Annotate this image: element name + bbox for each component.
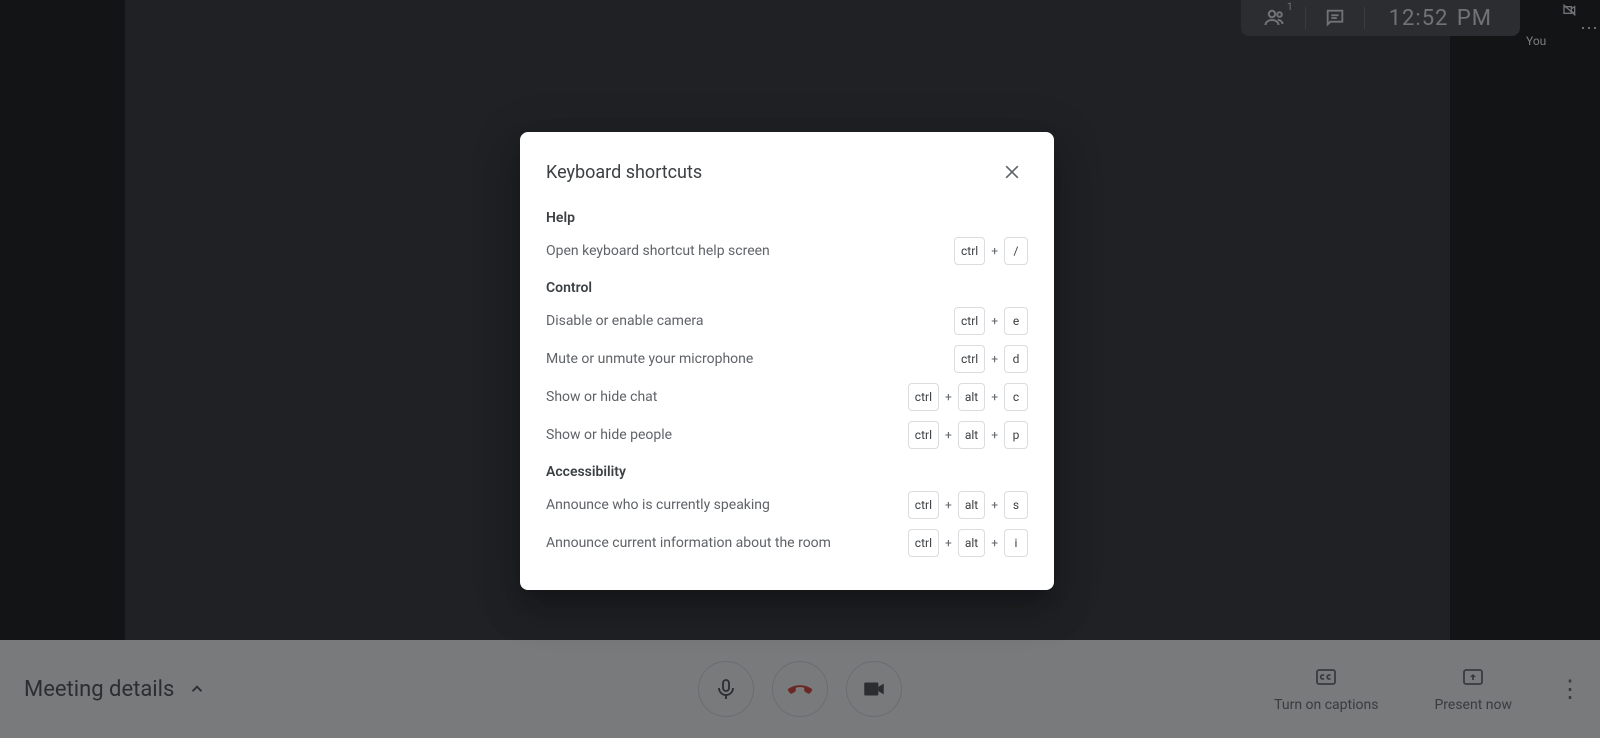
key-plus: + <box>990 244 999 258</box>
shortcut-keys: ctrl + alt + s <box>908 491 1028 519</box>
dialog-title: Keyboard shortcuts <box>546 162 702 183</box>
chat-icon <box>1324 7 1346 29</box>
shortcut-section-heading: Control <box>546 280 1028 296</box>
shortcut-key: ctrl <box>908 529 939 557</box>
dialog-body: Help Open keyboard shortcut help screen ct… <box>546 210 1028 562</box>
self-video-tile[interactable]: You ⋯ <box>1520 0 1600 52</box>
shortcut-keys: ctrl + alt + p <box>908 421 1028 449</box>
gutter-left <box>0 0 125 640</box>
shortcut-keys: ctrl + e <box>954 307 1028 335</box>
shortcut-row: Announce current information about the r… <box>546 524 1028 562</box>
people-icon: 1 <box>1263 6 1287 30</box>
right-controls: Turn on captions Present now ⋮ <box>1246 640 1600 738</box>
key-plus: + <box>944 536 953 550</box>
shortcut-key: alt <box>958 383 985 411</box>
camera-off-icon <box>1562 2 1578 18</box>
close-icon <box>1002 162 1022 182</box>
shortcut-keys: ctrl + alt + i <box>908 529 1028 557</box>
key-plus: + <box>990 536 999 550</box>
key-plus: + <box>990 352 999 366</box>
shortcut-section-heading: Accessibility <box>546 464 1028 480</box>
shortcut-key: ctrl <box>908 421 939 449</box>
shortcut-key: i <box>1004 529 1028 557</box>
camera-button[interactable] <box>846 661 902 717</box>
self-tile-more-icon[interactable]: ⋯ <box>1580 18 1596 39</box>
shortcut-key: d <box>1004 345 1028 373</box>
bottom-control-bar: Meeting details <box>0 640 1600 738</box>
shortcut-key: alt <box>958 421 985 449</box>
shortcut-row: Announce who is currently speaking ctrl + a… <box>546 486 1028 524</box>
shortcut-key: s <box>1004 491 1028 519</box>
shortcut-key: ctrl <box>954 345 985 373</box>
shortcut-label: Show or hide people <box>546 427 672 443</box>
hangup-button[interactable] <box>772 661 828 717</box>
self-tile-label: You <box>1526 34 1546 48</box>
microphone-icon <box>714 677 738 701</box>
key-plus: + <box>990 390 999 404</box>
gutter-right <box>1450 0 1600 640</box>
microphone-button[interactable] <box>698 661 754 717</box>
more-vertical-icon: ⋮ <box>1558 675 1582 703</box>
shortcut-key: ctrl <box>908 491 939 519</box>
shortcut-row: Show or hide people ctrl + alt + p <box>546 416 1028 454</box>
shortcut-key: ctrl <box>954 307 985 335</box>
shortcut-key: ctrl <box>908 383 939 411</box>
shortcut-keys: ctrl + d <box>954 345 1028 373</box>
shortcut-section-heading: Help <box>546 210 1028 226</box>
shortcut-label: Open keyboard shortcut help screen <box>546 243 770 259</box>
shortcut-key: ctrl <box>954 237 985 265</box>
shortcut-label: Disable or enable camera <box>546 313 703 329</box>
more-options-button[interactable]: ⋮ <box>1540 640 1600 738</box>
clock: 12:52 PM <box>1365 6 1516 31</box>
chat-button[interactable] <box>1306 0 1364 36</box>
top-info-bar: 1 12:52 PM <box>1241 0 1520 36</box>
chevron-up-icon <box>188 680 206 698</box>
participants-button[interactable]: 1 <box>1245 0 1305 36</box>
key-plus: + <box>944 390 953 404</box>
key-plus: + <box>990 498 999 512</box>
participants-count: 1 <box>1287 2 1293 13</box>
shortcut-row: Show or hide chat ctrl + alt + c <box>546 378 1028 416</box>
shortcut-key: c <box>1004 383 1028 411</box>
present-icon <box>1461 665 1485 689</box>
shortcut-label: Announce current information about the r… <box>546 535 831 551</box>
shortcut-key: alt <box>958 491 985 519</box>
shortcut-key: p <box>1004 421 1028 449</box>
shortcut-keys: ctrl + / <box>954 237 1028 265</box>
center-controls <box>698 640 902 738</box>
present-button[interactable]: Present now <box>1406 665 1540 713</box>
present-label: Present now <box>1434 697 1512 713</box>
shortcut-row: Mute or unmute your microphone ctrl + d <box>546 340 1028 378</box>
dialog-close-button[interactable] <box>996 156 1028 188</box>
shortcut-label: Show or hide chat <box>546 389 657 405</box>
shortcut-label: Mute or unmute your microphone <box>546 351 753 367</box>
captions-icon <box>1314 665 1338 689</box>
key-plus: + <box>944 498 953 512</box>
key-plus: + <box>944 428 953 442</box>
shortcut-row: Disable or enable camera ctrl + e <box>546 302 1028 340</box>
key-plus: + <box>990 428 999 442</box>
shortcut-row: Open keyboard shortcut help screen ctrl + / <box>546 232 1028 270</box>
hangup-icon <box>785 674 815 704</box>
shortcut-keys: ctrl + alt + c <box>908 383 1028 411</box>
camera-icon <box>861 676 887 702</box>
shortcut-key: e <box>1004 307 1028 335</box>
keyboard-shortcuts-dialog: Keyboard shortcuts Help Open keyboard sho… <box>520 132 1054 590</box>
shortcut-label: Announce who is currently speaking <box>546 497 770 513</box>
captions-button[interactable]: Turn on captions <box>1246 665 1406 713</box>
captions-label: Turn on captions <box>1274 697 1378 713</box>
shortcut-key: / <box>1004 237 1028 265</box>
key-plus: + <box>990 314 999 328</box>
meeting-details-label: Meeting details <box>24 677 174 702</box>
shortcut-key: alt <box>958 529 985 557</box>
meeting-details-button[interactable]: Meeting details <box>24 640 206 738</box>
